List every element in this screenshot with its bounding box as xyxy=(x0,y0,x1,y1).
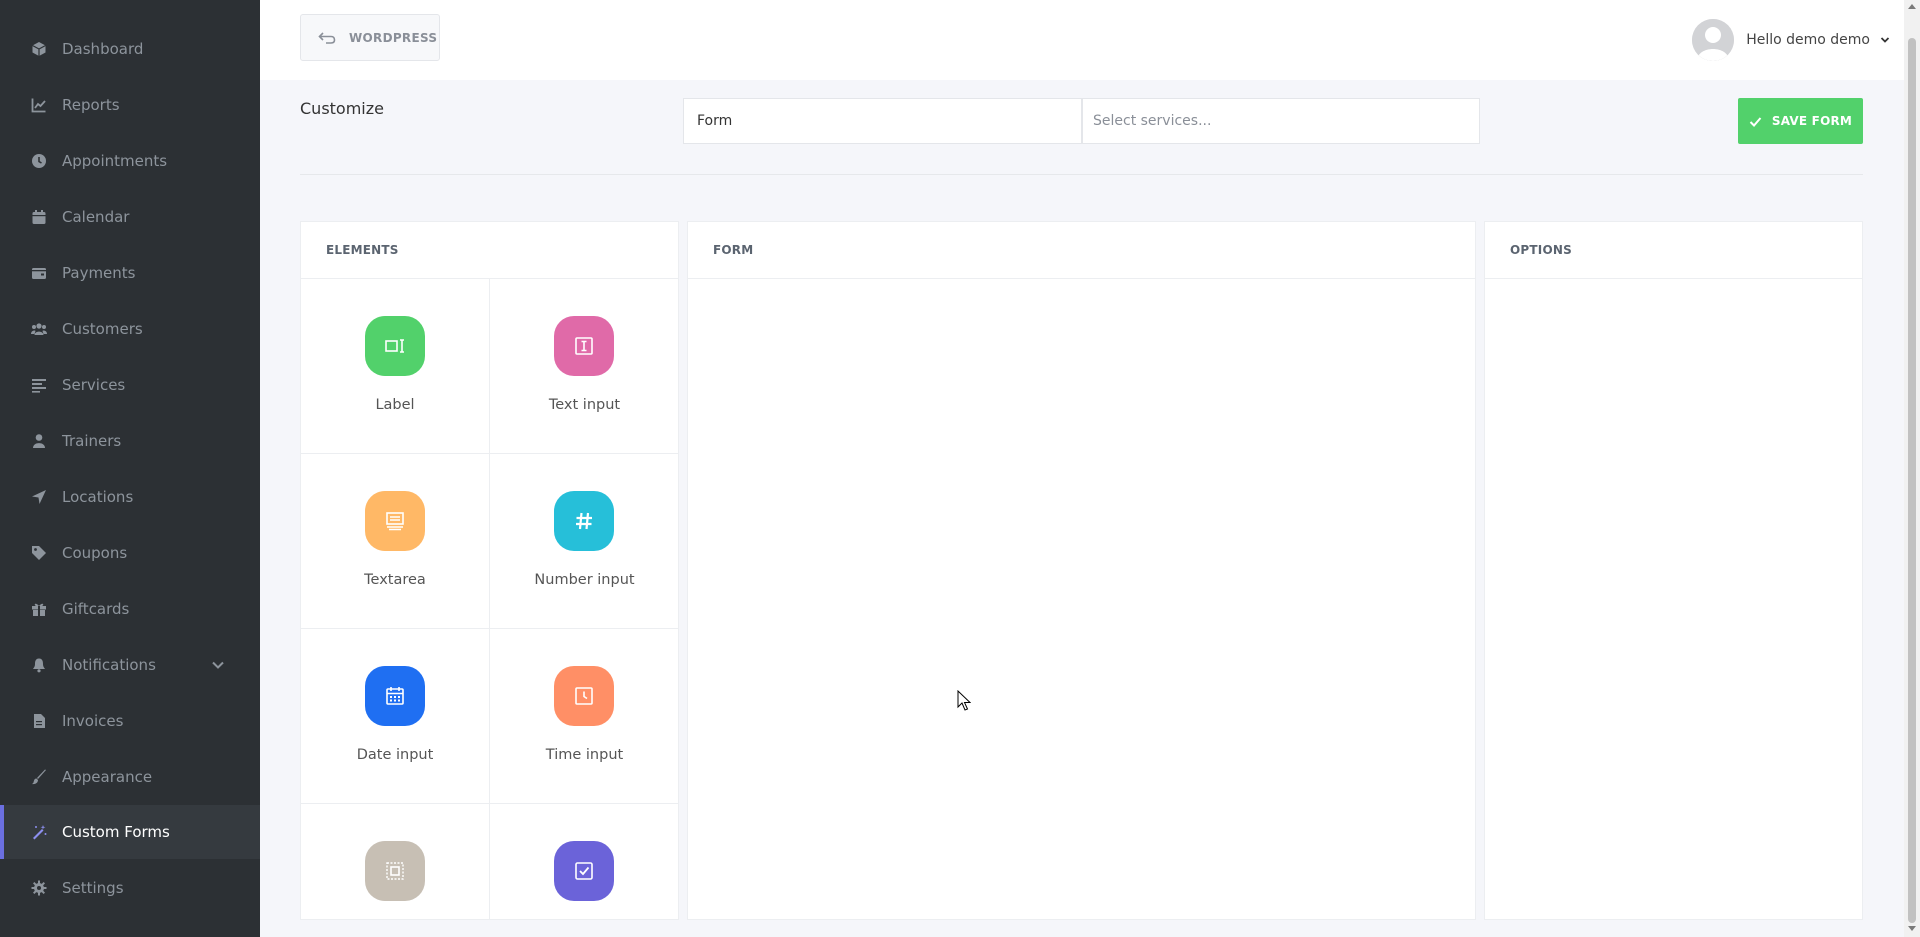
sidebar-item-label: Giftcards xyxy=(62,600,130,618)
tag-icon xyxy=(31,545,47,561)
magic-wand-icon xyxy=(31,824,47,840)
scroll-up-arrow-icon[interactable] xyxy=(1908,4,1916,9)
element-date-input[interactable]: Date input xyxy=(301,629,490,804)
element-label[interactable]: Label xyxy=(301,279,490,454)
save-form-button[interactable]: SAVE FORM xyxy=(1738,98,1863,144)
file-icon xyxy=(31,713,47,729)
sidebar-item-locations[interactable]: Locations xyxy=(0,470,260,524)
sidebar: Dashboard Reports Appointments Calendar … xyxy=(0,0,260,937)
gift-icon xyxy=(31,601,47,617)
element-number-input-text: Number input xyxy=(534,572,635,588)
sidebar-item-trainers[interactable]: Trainers xyxy=(0,414,260,468)
sidebar-item-label: Invoices xyxy=(62,712,124,730)
element-textarea-text: Textarea xyxy=(364,572,426,588)
page-title: Customize xyxy=(300,99,384,118)
sidebar-item-customers[interactable]: Customers xyxy=(0,302,260,356)
sidebar-item-appearance[interactable]: Appearance xyxy=(0,750,260,804)
list-icon xyxy=(31,377,47,393)
gear-icon xyxy=(31,880,47,896)
sidebar-item-reports[interactable]: Reports xyxy=(0,78,260,132)
element-label-text: Label xyxy=(375,397,415,413)
services-select[interactable]: Select services... xyxy=(1082,98,1480,144)
user-greeting: Hello demo demo xyxy=(1746,32,1870,48)
hash-icon xyxy=(554,491,614,551)
sidebar-item-payments[interactable]: Payments xyxy=(0,246,260,300)
sidebar-item-dashboard[interactable]: Dashboard xyxy=(0,22,260,76)
page-scrollbar[interactable] xyxy=(1904,0,1920,937)
sidebar-item-label: Services xyxy=(62,376,126,394)
select-icon xyxy=(365,841,425,901)
sidebar-item-custom-forms[interactable]: Custom Forms xyxy=(0,805,260,859)
calendar-icon xyxy=(365,666,425,726)
elements-panel: ELEMENTS Label Text input Textarea Numbe… xyxy=(300,221,679,920)
chevron-down-icon xyxy=(1880,37,1890,43)
element-number-input[interactable]: Number input xyxy=(490,454,678,629)
scroll-down-arrow-icon[interactable] xyxy=(1908,926,1916,931)
wordpress-back-button[interactable]: WORDPRESS xyxy=(300,14,440,61)
sidebar-item-label: Trainers xyxy=(62,432,122,450)
back-arrow-icon xyxy=(318,31,336,44)
sidebar-item-notifications[interactable]: Notifications xyxy=(0,638,260,692)
element-text-input-text: Text input xyxy=(548,397,621,413)
sidebar-item-label: Appearance xyxy=(62,768,153,786)
location-arrow-icon xyxy=(31,489,47,505)
cube-icon xyxy=(31,41,47,57)
clock-icon xyxy=(31,153,47,169)
sidebar-item-label: Calendar xyxy=(62,208,130,226)
wallet-icon xyxy=(31,265,47,281)
sidebar-item-label: Locations xyxy=(62,488,134,506)
sidebar-item-giftcards[interactable]: Giftcards xyxy=(0,582,260,636)
brush-icon xyxy=(31,769,47,785)
sidebar-item-invoices[interactable]: Invoices xyxy=(0,694,260,748)
sidebar-item-coupons[interactable]: Coupons xyxy=(0,526,260,580)
save-form-label: SAVE FORM xyxy=(1771,114,1853,128)
sidebar-item-calendar[interactable]: Calendar xyxy=(0,190,260,244)
sidebar-item-label: Coupons xyxy=(62,544,128,562)
sidebar-item-label: Custom Forms xyxy=(62,823,170,841)
clock-icon xyxy=(554,666,614,726)
text-input-icon xyxy=(554,316,614,376)
textarea-icon xyxy=(365,491,425,551)
scrollbar-thumb[interactable] xyxy=(1908,38,1916,923)
element-select[interactable] xyxy=(301,804,490,919)
options-panel-title: OPTIONS xyxy=(1485,222,1862,279)
element-time-input[interactable]: Time input xyxy=(490,629,678,804)
element-text-input[interactable]: Text input xyxy=(490,279,678,454)
element-time-input-text: Time input xyxy=(545,747,624,763)
form-panel-title: FORM xyxy=(688,222,1475,279)
calendar-icon xyxy=(31,209,47,225)
sidebar-item-label: Notifications xyxy=(62,656,156,674)
sidebar-item-label: Customers xyxy=(62,320,143,338)
sidebar-item-appointments[interactable]: Appointments xyxy=(0,134,260,188)
options-panel: OPTIONS xyxy=(1484,221,1863,920)
form-panel[interactable]: FORM xyxy=(687,221,1476,920)
topbar: WORDPRESS Hello demo demo xyxy=(260,0,1904,80)
mouse-cursor-icon xyxy=(957,690,971,711)
sidebar-item-label: Payments xyxy=(62,264,136,282)
user-menu[interactable]: Hello demo demo xyxy=(1692,19,1890,61)
users-icon xyxy=(31,321,47,337)
chevron-down-icon[interactable] xyxy=(210,657,226,673)
chart-line-icon xyxy=(31,97,47,113)
user-icon xyxy=(31,433,47,449)
sidebar-item-label: Settings xyxy=(62,879,124,897)
element-date-input-text: Date input xyxy=(356,747,434,763)
label-icon xyxy=(365,316,425,376)
bell-icon xyxy=(31,657,47,673)
checkbox-icon xyxy=(554,841,614,901)
avatar xyxy=(1692,19,1735,61)
form-name-input[interactable]: Form xyxy=(683,98,1082,144)
elements-panel-title: ELEMENTS xyxy=(301,222,678,279)
sidebar-item-settings[interactable]: Settings xyxy=(0,861,260,915)
sidebar-item-services[interactable]: Services xyxy=(0,358,260,412)
divider xyxy=(300,174,1863,175)
sidebar-item-label: Reports xyxy=(62,96,120,114)
element-textarea[interactable]: Textarea xyxy=(301,454,490,629)
element-checkbox[interactable] xyxy=(490,804,678,919)
sidebar-item-label: Appointments xyxy=(62,152,168,170)
wordpress-back-label: WORDPRESS xyxy=(349,30,438,45)
sidebar-item-label: Dashboard xyxy=(62,40,144,58)
check-icon xyxy=(1749,116,1762,127)
